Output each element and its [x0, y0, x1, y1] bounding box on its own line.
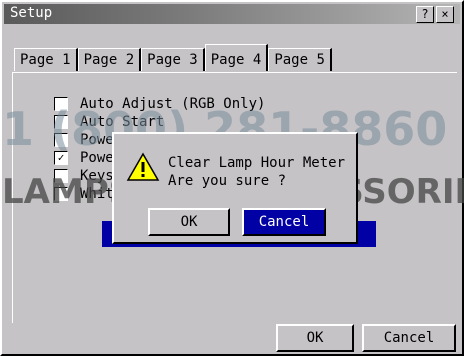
option-white[interactable]: Whit	[54, 186, 114, 202]
dialog-message: Clear Lamp Hour Meter Are you sure ?	[168, 154, 345, 190]
tab-page-4[interactable]: Page 4	[204, 44, 269, 71]
checkbox-white[interactable]	[54, 187, 68, 201]
confirm-dialog: Clear Lamp Hour Meter Are you sure ? OK …	[112, 132, 358, 244]
option-keys[interactable]: Keys	[54, 168, 114, 184]
dialog-cancel-button[interactable]: Cancel	[242, 208, 326, 236]
option-auto-adjust[interactable]: Auto Adjust (RGB Only)	[54, 96, 265, 112]
option-auto-start[interactable]: Auto Start	[54, 114, 164, 130]
dialog-line-2: Are you sure ?	[168, 173, 287, 189]
tab-page-2[interactable]: Page 2	[77, 48, 142, 71]
option-label: Whit	[80, 186, 114, 202]
option-power-1[interactable]: Powe	[54, 132, 114, 148]
checkbox-auto-adjust[interactable]	[54, 97, 68, 111]
window-title: Setup	[10, 5, 53, 21]
close-button[interactable]: ×	[436, 6, 454, 23]
setup-window: Setup ? × Page 1 Page 2 Page 3 Page 4 Pa…	[0, 0, 464, 356]
checkbox-power-2[interactable]: ✓	[54, 151, 68, 165]
checkbox-power-1[interactable]	[54, 133, 68, 147]
tab-page-3[interactable]: Page 3	[141, 48, 205, 71]
checkbox-auto-start[interactable]	[54, 115, 68, 129]
cancel-button[interactable]: Cancel	[362, 324, 456, 352]
dialog-ok-button[interactable]: OK	[148, 208, 230, 236]
option-label: Auto Adjust (RGB Only)	[80, 96, 266, 112]
dialog-line-1: Clear Lamp Hour Meter	[168, 155, 346, 171]
help-button[interactable]: ?	[416, 6, 434, 23]
tab-page-5[interactable]: Page 5	[268, 48, 332, 71]
option-label: Keys	[80, 168, 114, 184]
option-power-2[interactable]: ✓ Powe	[54, 150, 114, 166]
option-label: Auto Start	[80, 114, 165, 130]
checkbox-keys[interactable]	[54, 169, 68, 183]
tab-page-1[interactable]: Page 1	[14, 48, 78, 71]
tab-strip: Page 1 Page 2 Page 3 Page 4 Page 5	[14, 44, 332, 71]
option-label: Powe	[80, 150, 114, 166]
title-bar[interactable]: Setup ? ×	[4, 4, 460, 24]
option-label: Powe	[80, 132, 114, 148]
ok-button[interactable]: OK	[276, 324, 354, 352]
warning-icon	[126, 152, 160, 181]
